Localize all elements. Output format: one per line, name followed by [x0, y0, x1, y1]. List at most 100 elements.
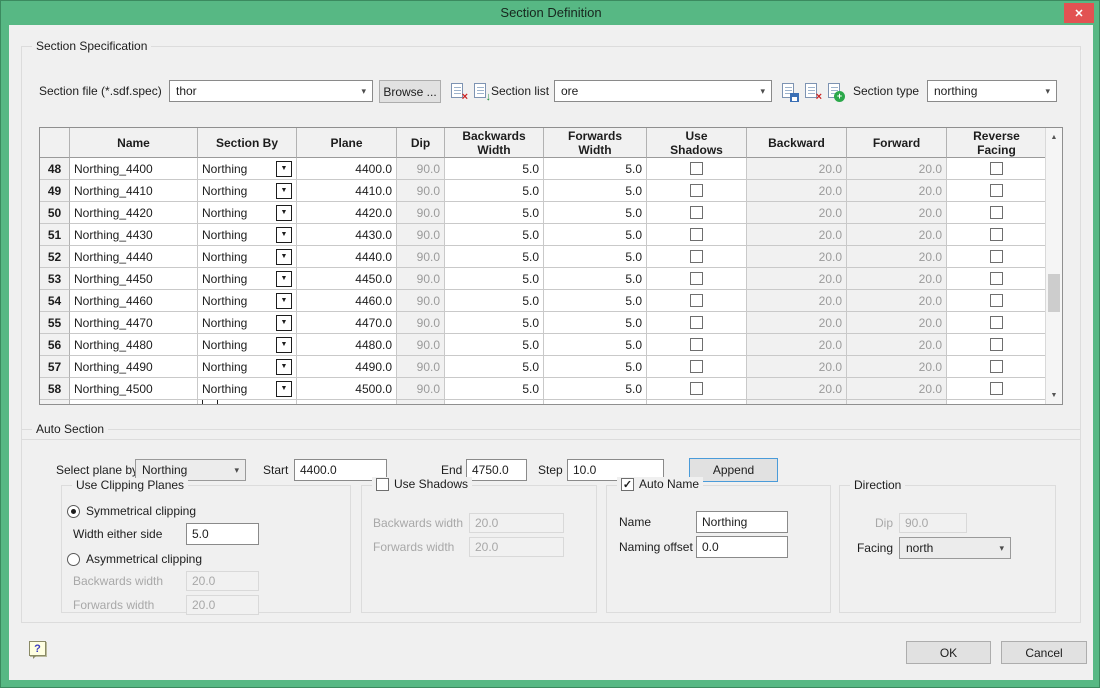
delete-section-file-icon[interactable]: ×	[449, 83, 466, 100]
reverse-facing-cell[interactable]	[947, 378, 1045, 400]
use-shadows-cell[interactable]	[647, 400, 747, 404]
section-by-cell[interactable]: Northing▼	[198, 180, 297, 202]
backwards-width-cell[interactable]: 5.0	[445, 356, 544, 378]
plane-cell[interactable]: 4470.0	[297, 312, 397, 334]
add-section-list-icon[interactable]: +	[826, 83, 843, 100]
reverse-facing-cell[interactable]	[947, 400, 1045, 404]
asymmetrical-clipping-option[interactable]: Asymmetrical clipping	[67, 551, 202, 567]
use-shadows-cell-checkbox[interactable]	[690, 360, 703, 373]
forwards-width-cell[interactable]: 5.0	[544, 224, 647, 246]
use-shadows-cell-checkbox[interactable]	[690, 338, 703, 351]
reverse-facing-cell[interactable]	[947, 180, 1045, 202]
section-by-cell[interactable]: Northing▼	[198, 334, 297, 356]
use-shadows-cell[interactable]	[647, 158, 747, 180]
backwards-width-cell[interactable]: 5.0	[445, 246, 544, 268]
use-shadows-cell[interactable]	[647, 224, 747, 246]
title-bar[interactable]: Section Definition ✕	[1, 1, 1100, 25]
use-shadows-cell[interactable]	[647, 312, 747, 334]
use-shadows-cell-checkbox[interactable]	[690, 272, 703, 285]
ok-button[interactable]: OK	[906, 641, 991, 664]
column-header[interactable]: UseShadows	[647, 128, 747, 158]
use-shadows-cell[interactable]	[647, 246, 747, 268]
use-shadows-cell-checkbox[interactable]	[690, 250, 703, 263]
section-by-dropdown[interactable]: ▼	[276, 249, 292, 265]
reverse-facing-cell[interactable]	[947, 356, 1045, 378]
facing-combobox[interactable]: north ▾	[899, 537, 1011, 559]
column-header[interactable]: ForwardsWidth	[544, 128, 647, 158]
end-input[interactable]: 4750.0	[466, 459, 527, 481]
naming-offset-input[interactable]: 0.0	[696, 536, 788, 558]
plane-cell[interactable]: 4430.0	[297, 224, 397, 246]
reverse-facing-cell[interactable]	[947, 246, 1045, 268]
use-shadows-cell-checkbox[interactable]	[690, 382, 703, 395]
use-shadows-cell-checkbox[interactable]	[690, 316, 703, 329]
plane-cell[interactable]: 4410.0	[297, 180, 397, 202]
use-shadows-cell[interactable]	[647, 180, 747, 202]
use-shadows-cell[interactable]	[647, 334, 747, 356]
column-header[interactable]	[40, 128, 70, 158]
import-section-file-icon[interactable]: ↓	[472, 83, 489, 100]
reverse-facing-cell[interactable]	[947, 224, 1045, 246]
section-by-cell[interactable]: Northing▼	[198, 356, 297, 378]
name-cell[interactable]: Northing_4500	[70, 378, 198, 400]
use-shadows-cell-checkbox[interactable]	[690, 228, 703, 241]
plane-cell[interactable]: 4460.0	[297, 290, 397, 312]
plane-cell[interactable]: 4400.0	[297, 158, 397, 180]
use-shadows-cell[interactable]	[647, 356, 747, 378]
close-button[interactable]: ✕	[1064, 3, 1094, 23]
use-shadows-cell-checkbox[interactable]	[690, 206, 703, 219]
name-cell[interactable]: Northing_4490	[70, 356, 198, 378]
backwards-width-cell[interactable]: 5.0	[445, 312, 544, 334]
name-cell[interactable]: Northing_4440	[70, 246, 198, 268]
column-header[interactable]: Forward	[847, 128, 947, 158]
plane-cell[interactable]: 4420.0	[297, 202, 397, 224]
use-shadows-legend[interactable]: Use Shadows	[372, 477, 472, 491]
forwards-width-cell[interactable]	[544, 400, 647, 404]
section-type-combobox[interactable]: northing ▾	[927, 80, 1057, 102]
forwards-width-cell[interactable]: 5.0	[544, 312, 647, 334]
reverse-facing-cell-checkbox[interactable]	[990, 294, 1003, 307]
backwards-width-cell[interactable]	[445, 400, 544, 404]
column-header[interactable]: Section By	[198, 128, 297, 158]
section-by-dropdown[interactable]: ▼	[276, 381, 292, 397]
section-by-cell[interactable]: Northing▼	[198, 224, 297, 246]
backwards-width-cell[interactable]: 5.0	[445, 158, 544, 180]
section-by-dropdown[interactable]: ▼	[276, 315, 292, 331]
section-by-dropdown[interactable]: ▼	[276, 205, 292, 221]
reverse-facing-cell-checkbox[interactable]	[990, 382, 1003, 395]
reverse-facing-cell-checkbox[interactable]	[990, 272, 1003, 285]
help-button[interactable]: ?	[29, 641, 46, 656]
scrollbar-thumb[interactable]	[1048, 274, 1060, 312]
auto-name-legend[interactable]: ✓ Auto Name	[617, 477, 703, 491]
section-by-dropdown[interactable]: ▼	[276, 293, 292, 309]
plane-cell[interactable]: 4490.0	[297, 356, 397, 378]
name-cell[interactable]: Northing_4450	[70, 268, 198, 290]
section-by-cell[interactable]: Northing▼	[198, 202, 297, 224]
symmetrical-clipping-option[interactable]: Symmetrical clipping	[67, 503, 196, 519]
plane-cell[interactable]: 4500.0	[297, 378, 397, 400]
use-shadows-checkbox[interactable]	[376, 478, 389, 491]
save-section-list-icon[interactable]	[780, 83, 797, 100]
section-by-cell[interactable]: Northing▼	[198, 312, 297, 334]
name-cell[interactable]: Northing_4400	[70, 158, 198, 180]
backwards-width-cell[interactable]: 5.0	[445, 290, 544, 312]
forwards-width-cell[interactable]: 5.0	[544, 268, 647, 290]
use-shadows-cell-checkbox[interactable]	[690, 162, 703, 175]
section-by-dropdown[interactable]: ▼	[276, 359, 292, 375]
section-list-combobox[interactable]: ore ▾	[554, 80, 772, 102]
reverse-facing-cell-checkbox[interactable]	[990, 162, 1003, 175]
column-header[interactable]: Dip	[397, 128, 445, 158]
use-shadows-cell-checkbox[interactable]	[690, 294, 703, 307]
reverse-facing-cell-checkbox[interactable]	[990, 184, 1003, 197]
column-header[interactable]: Name	[70, 128, 198, 158]
use-shadows-cell[interactable]	[647, 378, 747, 400]
reverse-facing-cell[interactable]	[947, 334, 1045, 356]
column-header[interactable]: Plane	[297, 128, 397, 158]
reverse-facing-cell[interactable]	[947, 158, 1045, 180]
backwards-width-cell[interactable]: 5.0	[445, 224, 544, 246]
name-cell[interactable]: Northing_4460	[70, 290, 198, 312]
section-file-combobox[interactable]: thor ▾	[169, 80, 373, 102]
forwards-width-cell[interactable]: 5.0	[544, 158, 647, 180]
section-by-cell[interactable]: Northing▼	[198, 246, 297, 268]
reverse-facing-cell-checkbox[interactable]	[990, 316, 1003, 329]
